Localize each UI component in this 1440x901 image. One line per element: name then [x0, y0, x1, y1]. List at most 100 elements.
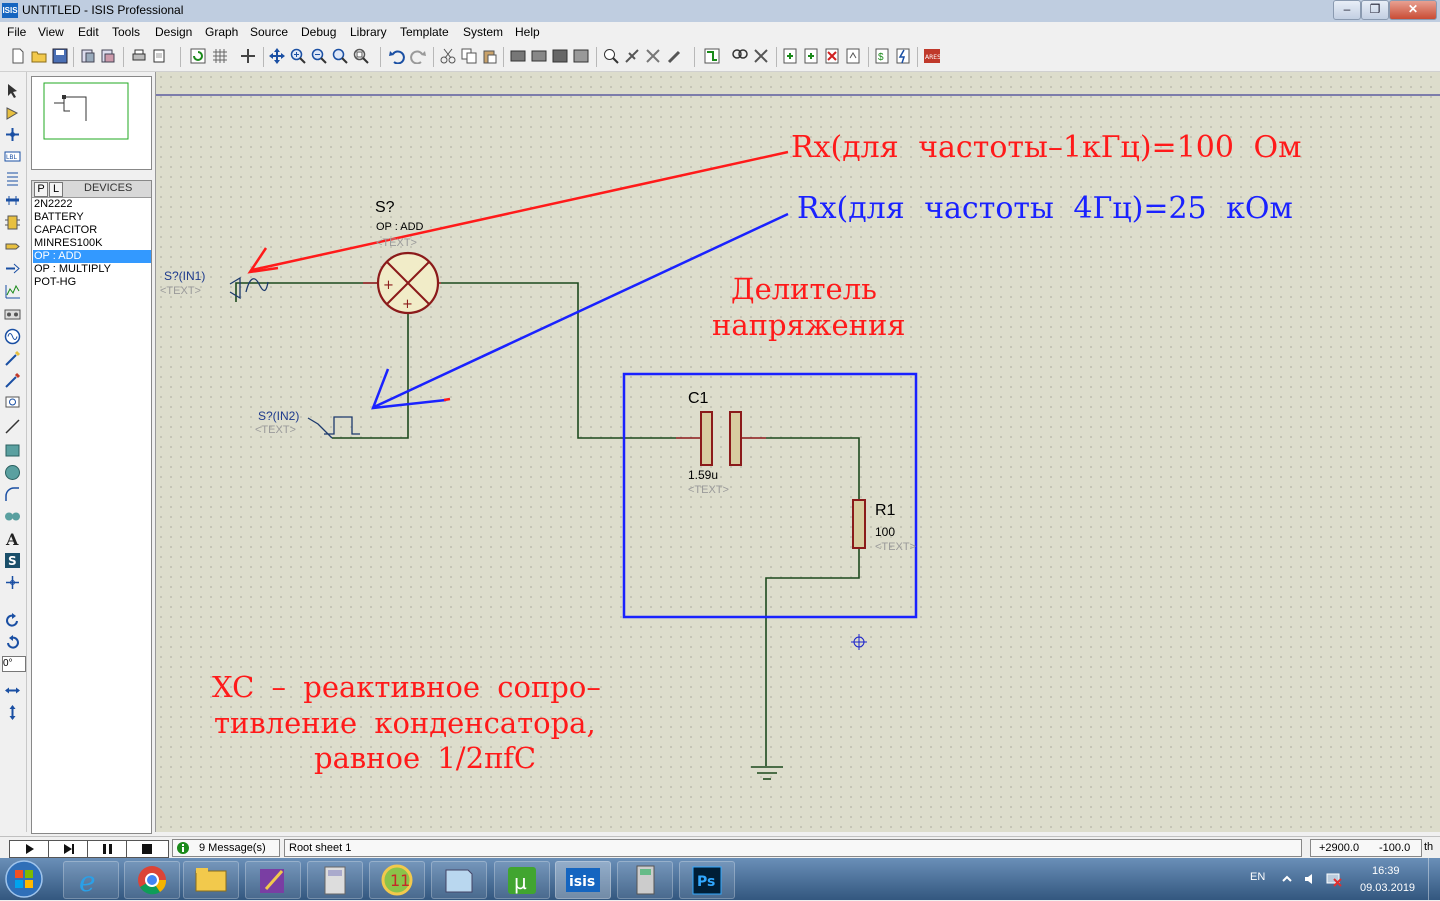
junction-dot-icon[interactable]: [4, 126, 21, 143]
menu-design[interactable]: Design: [155, 25, 192, 39]
origin-icon[interactable]: [240, 48, 256, 64]
print-area-icon[interactable]: [151, 48, 167, 64]
arc-2d-icon[interactable]: [4, 486, 21, 503]
clock-date[interactable]: 09.03.2019: [1360, 882, 1415, 894]
device-item[interactable]: POT-HG: [33, 276, 151, 289]
virtual-instruments-icon[interactable]: [4, 394, 21, 411]
play-button[interactable]: [10, 841, 49, 857]
line-2d-icon[interactable]: [4, 418, 21, 435]
taskbar-isis[interactable]: isis: [555, 861, 611, 899]
paste-icon[interactable]: [482, 48, 498, 64]
maximize-button[interactable]: ❐: [1361, 0, 1389, 20]
text-script-icon[interactable]: [4, 170, 21, 187]
schematic-canvas[interactable]: + + S? OP: ADD <TEXT> S?(IN1) <TEXT> S?…: [155, 72, 1440, 832]
add-sheet-icon[interactable]: [803, 48, 819, 64]
voltage-probe-icon[interactable]: [4, 350, 21, 367]
minimize-button[interactable]: –: [1333, 0, 1361, 20]
menu-view[interactable]: View: [38, 25, 64, 39]
terminals-icon[interactable]: [4, 238, 21, 255]
step-button[interactable]: [49, 841, 88, 857]
device-item-selected[interactable]: OP : ADD: [33, 250, 151, 263]
new-sheet-icon[interactable]: [782, 48, 798, 64]
show-desktop-button[interactable]: [1428, 858, 1440, 900]
component-mode-icon[interactable]: [4, 105, 21, 122]
selection-mode-icon[interactable]: [4, 82, 21, 99]
packaging-tool-icon[interactable]: [666, 48, 682, 64]
new-file-icon[interactable]: [10, 48, 26, 64]
make-device-icon[interactable]: [624, 48, 640, 64]
circle-2d-icon[interactable]: [4, 464, 21, 481]
taskbar-calc-2[interactable]: [617, 861, 673, 899]
menu-debug[interactable]: Debug: [301, 25, 336, 39]
tray-arrow-icon[interactable]: [1280, 872, 1294, 886]
taskbar-ie[interactable]: e: [63, 861, 119, 899]
mirror-horizontal-icon[interactable]: [4, 682, 21, 699]
pick-devices-tab[interactable]: P: [34, 182, 48, 197]
search-tag-icon[interactable]: [732, 48, 748, 64]
device-item[interactable]: BATTERY: [33, 211, 151, 224]
clock-time[interactable]: 16:39: [1372, 865, 1400, 877]
taskbar-calculator[interactable]: [307, 861, 363, 899]
current-probe-icon[interactable]: [4, 372, 21, 389]
taskbar-notepad[interactable]: [431, 861, 487, 899]
menu-tools[interactable]: Tools: [112, 25, 140, 39]
language-indicator[interactable]: EN: [1250, 871, 1265, 883]
device-item[interactable]: OP : MULTIPLY: [33, 263, 151, 276]
pick-device-icon[interactable]: [603, 48, 619, 64]
device-item[interactable]: 2N2222: [33, 198, 151, 211]
menu-library[interactable]: Library: [350, 25, 387, 39]
print-icon[interactable]: [131, 48, 147, 64]
taskbar-chrome[interactable]: [124, 861, 180, 899]
electrical-rule-check-icon[interactable]: [895, 48, 911, 64]
menu-help[interactable]: Help: [515, 25, 540, 39]
taskbar-onenote[interactable]: [245, 861, 301, 899]
overview-window[interactable]: [31, 76, 152, 170]
grid-icon[interactable]: [212, 48, 228, 64]
block-rotate-icon[interactable]: [552, 48, 568, 64]
menu-file[interactable]: File: [7, 25, 26, 39]
menu-graph[interactable]: Graph: [205, 25, 238, 39]
menu-source[interactable]: Source: [250, 25, 288, 39]
redo-icon[interactable]: [410, 48, 426, 64]
netlist-to-ares-icon[interactable]: ARES: [924, 48, 940, 64]
taskbar-utorrent[interactable]: µ: [494, 861, 550, 899]
rotate-anticlockwise-icon[interactable]: [4, 634, 21, 651]
stop-button[interactable]: [127, 841, 167, 857]
messages-box[interactable]: 9 Message(s): [172, 839, 280, 857]
close-button[interactable]: ✕: [1389, 0, 1437, 20]
buses-icon[interactable]: [4, 192, 21, 209]
undo-icon[interactable]: [389, 48, 405, 64]
start-button[interactable]: [4, 859, 44, 899]
taskbar-counter-app[interactable]: 11: [369, 861, 425, 899]
menu-template[interactable]: Template: [400, 25, 449, 39]
device-item[interactable]: CAPACITOR: [33, 224, 151, 237]
wire-label-icon[interactable]: LBL: [4, 148, 21, 165]
device-item[interactable]: MINRES100K: [33, 237, 151, 250]
generator-icon[interactable]: [4, 328, 21, 345]
export-icon[interactable]: [100, 48, 116, 64]
marker-2d-icon[interactable]: [4, 574, 21, 591]
zoom-in-icon[interactable]: [290, 48, 306, 64]
text-2d-icon[interactable]: A: [4, 530, 21, 547]
block-delete-icon[interactable]: [573, 48, 589, 64]
zoom-out-icon[interactable]: [311, 48, 327, 64]
zoom-area-icon[interactable]: [353, 48, 369, 64]
rotation-angle-field[interactable]: 0°: [2, 656, 26, 672]
zoom-all-icon[interactable]: [332, 48, 348, 64]
box-2d-icon[interactable]: [4, 442, 21, 459]
pan-icon[interactable]: [269, 48, 285, 64]
refresh-icon[interactable]: [190, 48, 206, 64]
path-2d-icon[interactable]: [4, 508, 21, 525]
menu-system[interactable]: System: [463, 25, 503, 39]
taskbar-explorer[interactable]: [183, 861, 239, 899]
bill-of-materials-icon[interactable]: $: [874, 48, 890, 64]
tape-recorder-icon[interactable]: [4, 306, 21, 323]
exit-to-parent-icon[interactable]: [845, 48, 861, 64]
property-tool-icon[interactable]: [753, 48, 769, 64]
volume-icon[interactable]: [1303, 872, 1317, 886]
library-manager-tab[interactable]: L: [49, 182, 63, 197]
wire-autorouter-icon[interactable]: [704, 48, 720, 64]
copy-icon[interactable]: [461, 48, 477, 64]
graph-mode-icon[interactable]: [4, 283, 21, 300]
subcircuit-icon[interactable]: [4, 214, 21, 231]
